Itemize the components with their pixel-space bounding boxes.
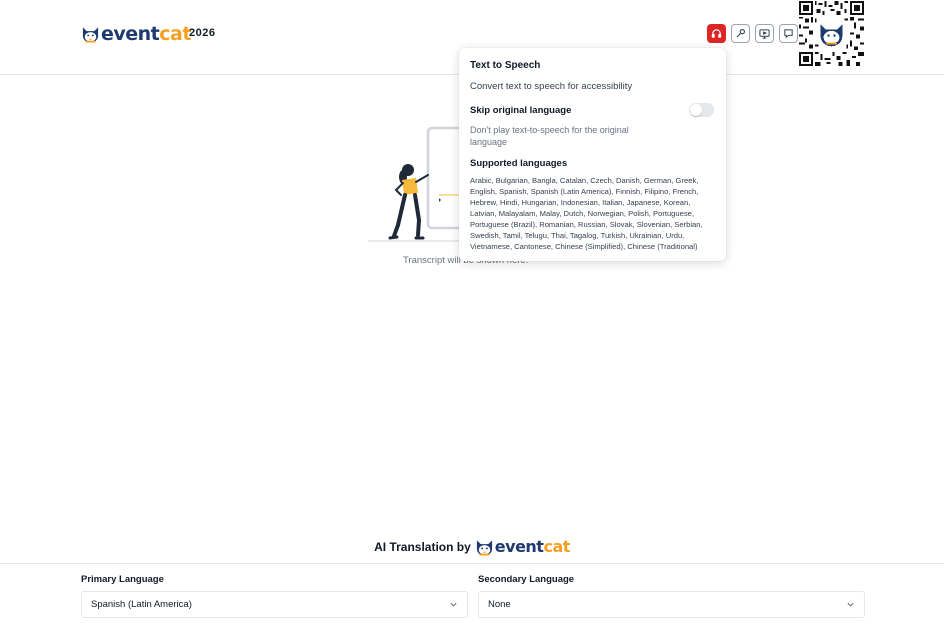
brand-wordmark: eventcat bbox=[101, 22, 191, 46]
text-to-speech-button[interactable] bbox=[707, 24, 726, 43]
toggle-knob bbox=[690, 104, 702, 116]
footer-brand-event: event bbox=[494, 537, 544, 556]
ai-translation-credit: AI Translation by eventcat bbox=[0, 535, 944, 559]
popover-description: Convert text to speech for accessibility bbox=[470, 81, 633, 92]
chevron-down-icon bbox=[450, 602, 457, 607]
secondary-language-select[interactable]: None bbox=[478, 591, 865, 618]
eventcat-logo[interactable]: eventcat bbox=[81, 22, 191, 46]
primary-language-value: Spanish (Latin America) bbox=[91, 599, 192, 610]
supported-languages-title: Supported languages bbox=[470, 158, 568, 169]
secondary-language-group: Secondary Language None bbox=[478, 574, 865, 618]
ai-translation-label: AI Translation by bbox=[374, 540, 471, 554]
chevron-down-icon bbox=[847, 602, 854, 607]
cat-logo-icon bbox=[476, 540, 492, 556]
headphones-icon bbox=[711, 29, 722, 38]
brand-event-text: event bbox=[101, 23, 160, 45]
text-to-speech-popover: Text to Speech Convert text to speech fo… bbox=[459, 48, 726, 261]
settings-button[interactable] bbox=[731, 24, 750, 43]
primary-language-label: Primary Language bbox=[81, 574, 164, 585]
chat-button[interactable] bbox=[779, 24, 798, 43]
skip-original-label: Skip original language bbox=[470, 104, 572, 116]
skip-original-row: Skip original language bbox=[470, 103, 715, 117]
supported-languages-list: Arabic, Bulgarian, Bangla, Catalan, Czec… bbox=[470, 176, 703, 251]
toolbar bbox=[707, 24, 798, 43]
footer-brand-wordmark[interactable]: eventcat bbox=[494, 535, 571, 559]
language-footer: Primary Language Spanish (Latin America)… bbox=[0, 563, 944, 626]
present-button[interactable] bbox=[755, 24, 774, 43]
brand-cat-text: cat bbox=[159, 23, 191, 45]
skip-original-toggle[interactable] bbox=[689, 103, 714, 117]
primary-language-select[interactable]: Spanish (Latin America) bbox=[81, 591, 468, 618]
footer-brand-cat: cat bbox=[543, 537, 570, 556]
chat-icon bbox=[784, 29, 793, 39]
screen-icon bbox=[759, 29, 770, 39]
secondary-language-label: Secondary Language bbox=[478, 574, 575, 585]
skip-original-description: Don't play text-to-speech for the origin… bbox=[470, 125, 629, 147]
cat-logo-icon bbox=[82, 27, 99, 43]
wrench-icon bbox=[736, 29, 745, 38]
event-year: 2026 bbox=[189, 27, 216, 39]
secondary-language-value: None bbox=[488, 599, 511, 610]
primary-language-group: Primary Language Spanish (Latin America) bbox=[81, 574, 468, 618]
popover-title: Text to Speech bbox=[470, 60, 541, 71]
qr-code bbox=[799, 1, 864, 66]
